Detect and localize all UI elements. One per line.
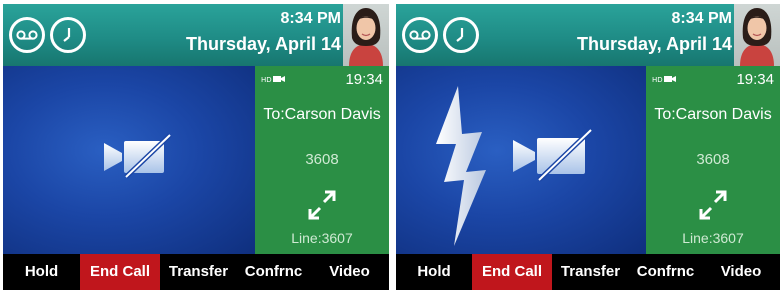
avatar[interactable] xyxy=(343,4,389,66)
conference-button[interactable]: Confrnc xyxy=(237,254,310,290)
call-info-panel: HD 19:34 To:Carson Davis 3608 Line:3607 xyxy=(646,66,780,254)
call-duration: 19:34 xyxy=(345,71,383,88)
expand-icon[interactable] xyxy=(306,190,338,220)
clock-time: 8:34 PM xyxy=(671,10,732,27)
end-call-button[interactable]: End Call xyxy=(80,254,160,290)
end-call-button[interactable]: End Call xyxy=(472,254,552,290)
hold-button[interactable]: Hold xyxy=(3,254,80,290)
lightning-icon xyxy=(436,86,486,246)
history-clock-icon[interactable] xyxy=(50,17,86,53)
phone-screen-left: 8:34 PM Thursday, April 14 HD 19:34 To:C… xyxy=(3,4,389,290)
call-duration: 19:34 xyxy=(736,71,774,88)
softkey-bar: Hold End Call Transfer Confrnc Video xyxy=(3,254,389,290)
hold-button[interactable]: Hold xyxy=(396,254,472,290)
avatar[interactable] xyxy=(734,4,780,66)
call-number: 3608 xyxy=(305,151,339,168)
history-clock-icon[interactable] xyxy=(443,17,479,53)
clock-date: Thursday, April 14 xyxy=(576,34,732,54)
line-label: Line:3607 xyxy=(682,230,744,246)
call-recipient: To:Carson Davis xyxy=(263,106,381,123)
video-area xyxy=(396,66,648,254)
phone-screen-right: 8:34 PM Thursday, April 14 HD 19:34 To:C… xyxy=(396,4,780,290)
transfer-button[interactable]: Transfer xyxy=(552,254,629,290)
call-recipient: To:Carson Davis xyxy=(654,106,772,123)
hd-video-icon: HD xyxy=(261,74,285,86)
status-bar: 8:34 PM Thursday, April 14 xyxy=(396,4,780,66)
voicemail-icon[interactable] xyxy=(9,17,45,53)
video-area xyxy=(3,66,255,254)
video-off-icon xyxy=(513,128,593,182)
video-button[interactable]: Video xyxy=(702,254,780,290)
clock-date: Thursday, April 14 xyxy=(185,34,341,54)
softkey-bar: Hold End Call Transfer Confrnc Video xyxy=(396,254,780,290)
video-off-icon xyxy=(104,133,172,179)
call-info-panel: HD 19:34 To:Carson Davis 3608 Line:3607 xyxy=(255,66,389,254)
clock-time: 8:34 PM xyxy=(280,10,341,27)
transfer-button[interactable]: Transfer xyxy=(160,254,237,290)
conference-button[interactable]: Confrnc xyxy=(629,254,702,290)
svg-text:HD: HD xyxy=(652,76,663,84)
line-label: Line:3607 xyxy=(291,230,353,246)
voicemail-icon[interactable] xyxy=(402,17,438,53)
expand-icon[interactable] xyxy=(697,190,729,220)
hd-video-icon: HD xyxy=(652,74,676,86)
video-button[interactable]: Video xyxy=(310,254,389,290)
svg-text:HD: HD xyxy=(261,76,272,84)
status-bar: 8:34 PM Thursday, April 14 xyxy=(3,4,389,66)
call-number: 3608 xyxy=(696,151,730,168)
